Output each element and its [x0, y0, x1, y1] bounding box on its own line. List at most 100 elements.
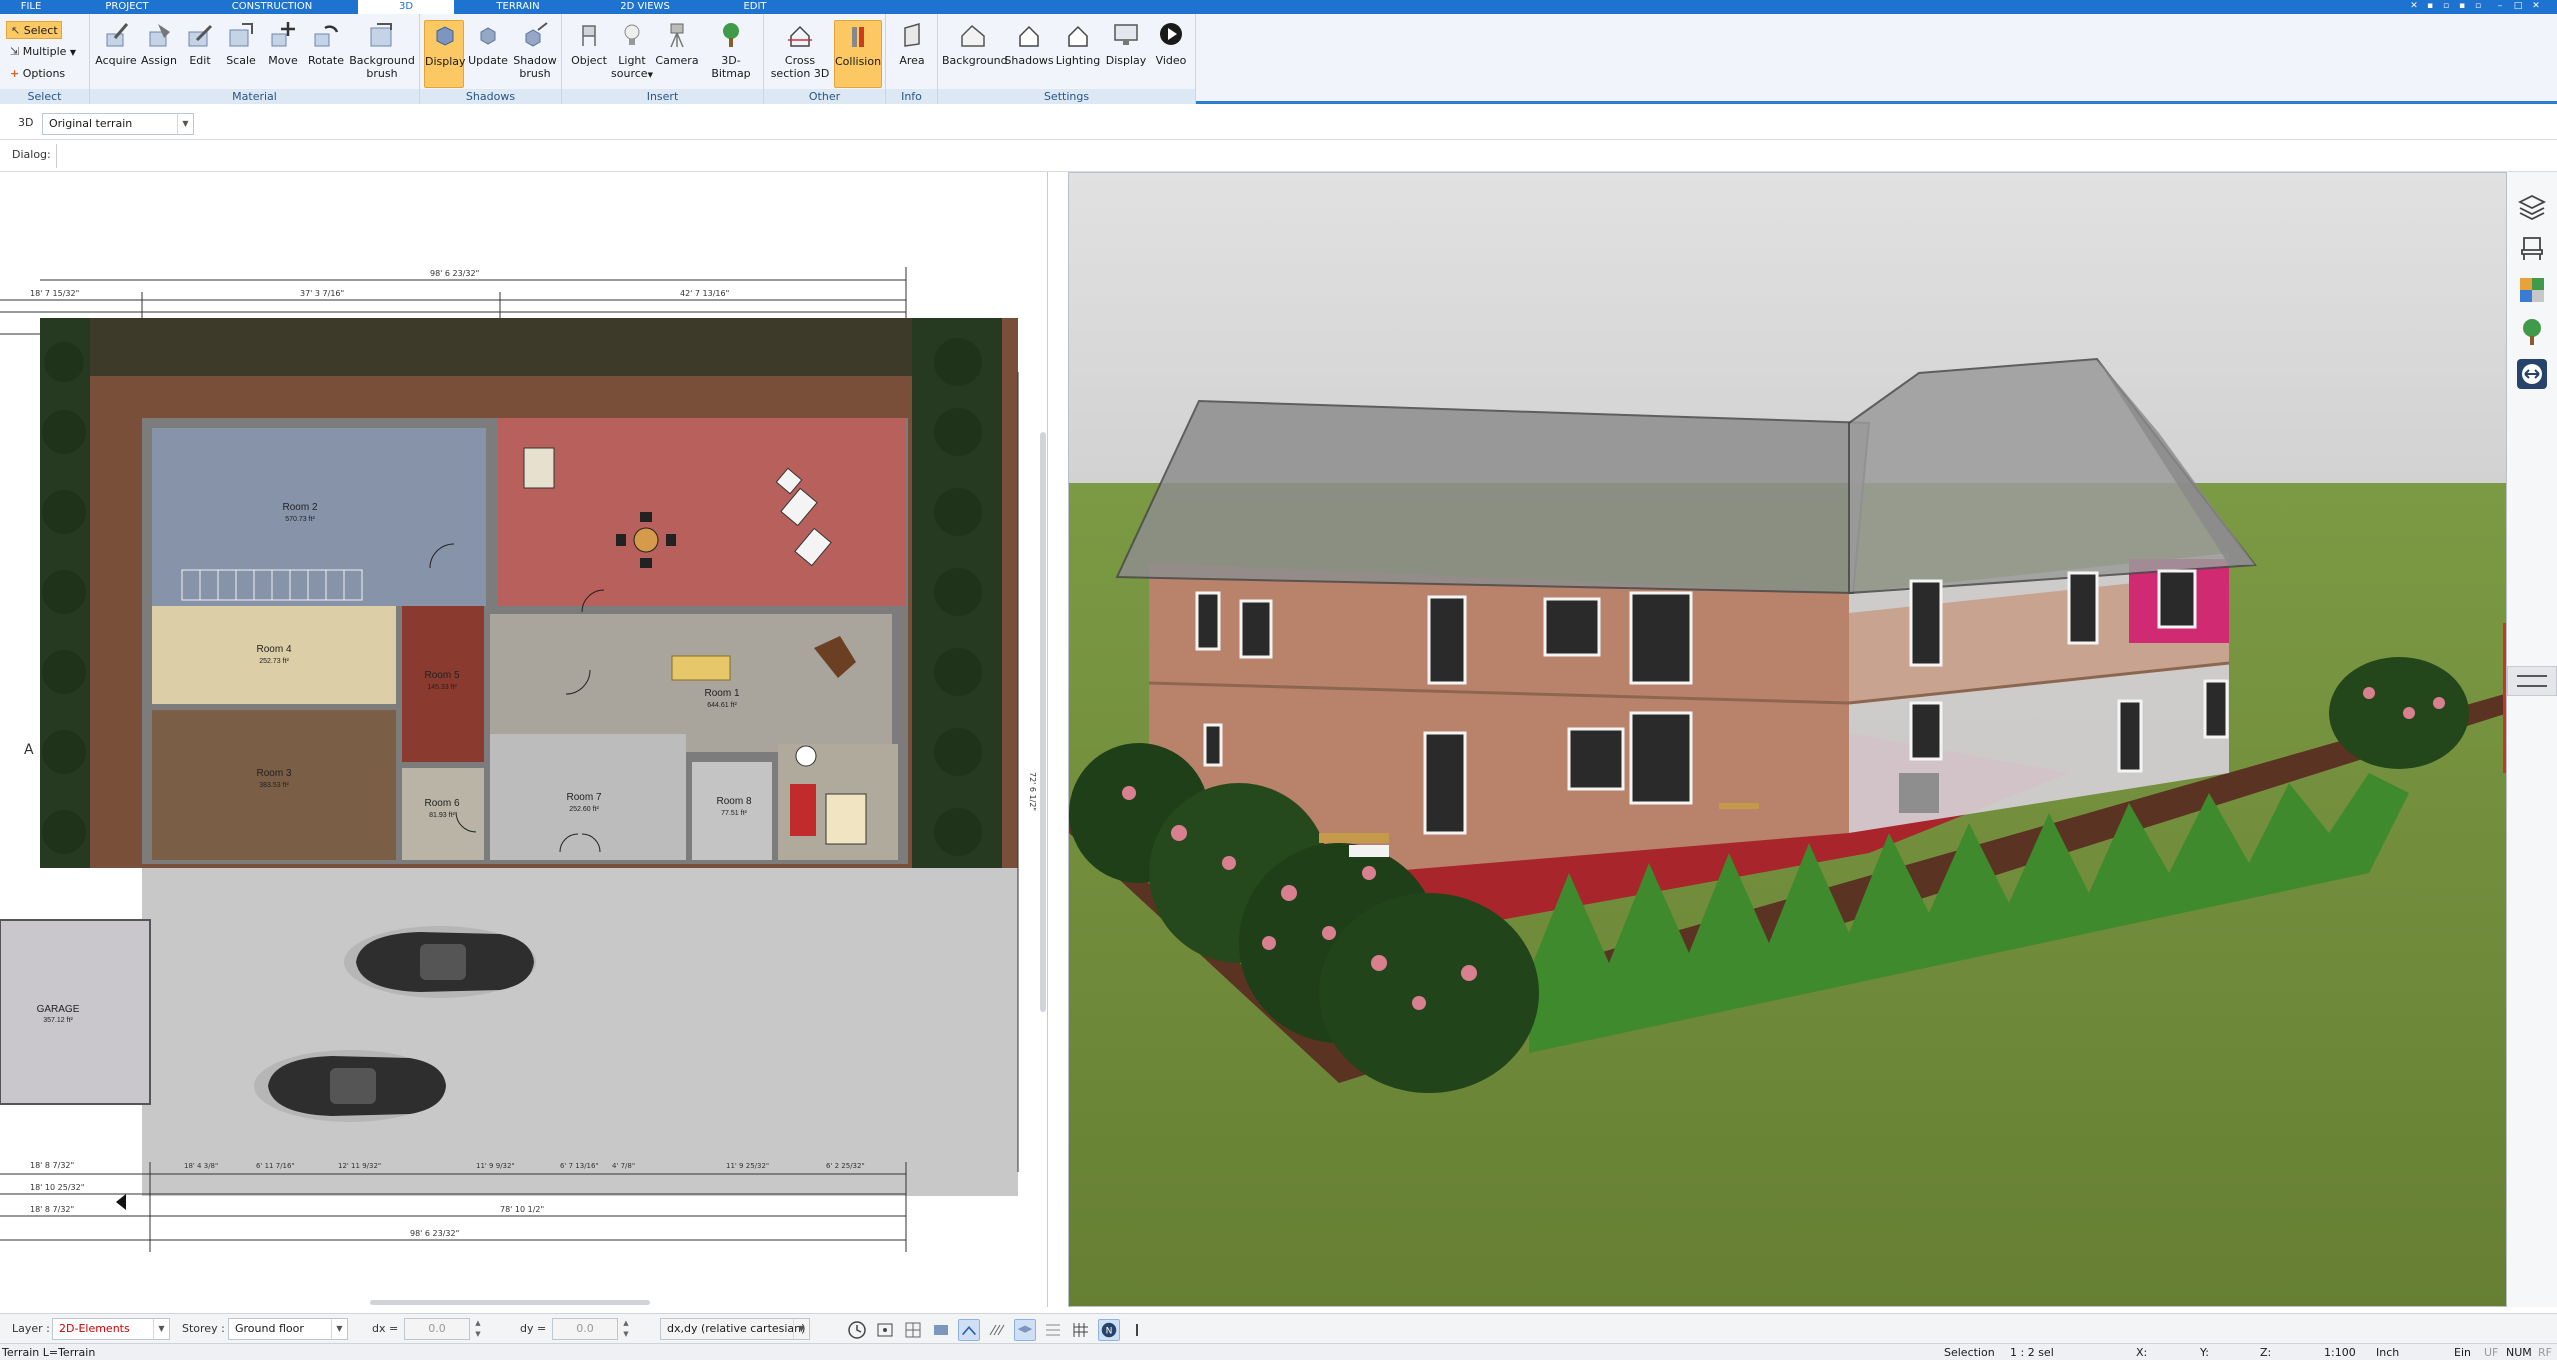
dim-top-mid: 37' 3 7/16" [300, 289, 344, 298]
window-icon[interactable]: ▪ [2456, 1, 2468, 12]
layer-select[interactable]: 2D-Elements ▼ [52, 1318, 170, 1340]
dy-input[interactable]: 0.0 [552, 1318, 618, 1340]
tab-file[interactable]: FILE [0, 0, 62, 14]
room-area: 252.73 ft² [259, 658, 289, 665]
camera-button[interactable]: Camera [654, 20, 700, 88]
plan-vertical-scrollbar[interactable] [1040, 432, 1046, 1012]
plus-icon: + [10, 67, 20, 80]
maximize-icon[interactable]: □ [2512, 1, 2524, 12]
clock-icon[interactable] [846, 1319, 868, 1341]
pattern-icon[interactable] [1042, 1319, 1064, 1341]
hedge-top [90, 318, 912, 376]
status-toolbar: Layer : 2D-Elements ▼ Storey : Ground fl… [0, 1313, 2557, 1343]
3d-bitmap-button[interactable]: 3D-Bitmap [702, 20, 760, 88]
close-icon[interactable]: ✕ [2530, 1, 2542, 12]
collision-button[interactable]: Collision [834, 20, 882, 88]
dx-stepper[interactable]: ▲ ▼ [472, 1318, 484, 1340]
move-button[interactable]: Move [262, 20, 304, 88]
video-settings-button[interactable]: Video [1150, 20, 1192, 88]
layers-toggle-icon[interactable] [1014, 1319, 1036, 1341]
section-marker: A [24, 742, 34, 758]
terrain-select[interactable]: Original terrain ▼ [42, 113, 194, 135]
roof-left [1115, 399, 1871, 595]
tab-construction[interactable]: CONSTRUCTION [192, 0, 352, 14]
shadow-brush-button[interactable]: Shadow brush [512, 20, 558, 88]
plant-icon[interactable] [2516, 316, 2548, 348]
panel-toggle-button[interactable] [2507, 666, 2557, 696]
info-icon[interactable] [1126, 1319, 1148, 1341]
shadow-update-button[interactable]: Update [466, 20, 510, 88]
object-snap-icon[interactable] [930, 1319, 952, 1341]
minimize-icon[interactable]: – [2494, 1, 2506, 12]
plan-horizontal-scrollbar[interactable] [370, 1300, 650, 1305]
edit-material-button[interactable]: Edit [180, 20, 220, 88]
background-brush-button[interactable]: Background brush [348, 20, 416, 88]
materials-icon[interactable] [2516, 274, 2548, 306]
3d-view[interactable] [1068, 172, 2507, 1307]
dim-bottom: 18' 8 7/32" [30, 1161, 74, 1170]
grid-snap-icon[interactable] [902, 1319, 924, 1341]
monitor-icon [1114, 24, 1138, 45]
floor-plan-view[interactable]: 98' 6 23/32" 18' 7 15/32" 37' 3 7/16" 42… [0, 172, 1048, 1307]
help-icon[interactable]: ▪ [2424, 1, 2436, 12]
num-indicator: NUM [2506, 1346, 2532, 1359]
tab-edit[interactable]: EDIT [710, 0, 800, 14]
multiple-select-button[interactable]: ⇲ Multiple ▼ [6, 43, 86, 61]
background-settings-button[interactable]: Background [942, 20, 1008, 88]
angle-snap-icon[interactable] [958, 1319, 980, 1341]
light-source-button[interactable]: Light source▼ [610, 20, 654, 88]
options-button[interactable]: + Options [6, 65, 86, 83]
select-group: ↖ Select ⇲ Multiple ▼ + Options Select [0, 14, 90, 104]
furniture-icon[interactable] [2516, 232, 2548, 264]
cross-section-button[interactable]: Cross section 3D [768, 20, 832, 88]
room-label: Room 2 [282, 502, 317, 513]
north-icon[interactable]: N [1098, 1319, 1120, 1341]
3d-scene[interactable] [1069, 173, 2507, 1307]
shadows-settings-button[interactable]: Shadows [1004, 20, 1054, 88]
acquire-button[interactable]: Acquire [94, 20, 138, 88]
room-area: 252.60 ft² [569, 806, 599, 813]
tab-terrain[interactable]: TERRAIN [458, 0, 578, 14]
storey-select[interactable]: Ground floor ▼ [228, 1318, 348, 1340]
floor-plan-canvas[interactable]: 98' 6 23/32" 18' 7 15/32" 37' 3 7/16" 42… [0, 172, 1048, 1307]
snap-icon[interactable] [874, 1319, 896, 1341]
bed-icon [825, 793, 867, 845]
hatch-icon[interactable] [986, 1319, 1008, 1341]
dim-right: 72' 6 1/2" [1028, 772, 1037, 811]
display-settings-button[interactable]: Display [1102, 20, 1150, 88]
dx-input[interactable]: 0.0 [404, 1318, 470, 1340]
assign-button[interactable]: Assign [138, 20, 180, 88]
dy-label: dy = [520, 1322, 547, 1335]
view-toolbar: 3D Original terrain ▼ [0, 108, 2557, 140]
room-label: Room 5 [424, 670, 459, 681]
armchair-icon [790, 784, 816, 836]
lighting-settings-button[interactable]: Lighting [1054, 20, 1102, 88]
rf-indicator: RF [2538, 1346, 2552, 1359]
scale-button[interactable]: Scale [220, 20, 262, 88]
room-label: Room 8 [716, 796, 751, 807]
coordinate-mode-select[interactable]: dx,dy (relative cartesian) ▼ [660, 1318, 810, 1340]
shadow-display-button[interactable]: Display [424, 20, 466, 88]
area-button[interactable]: Area [890, 20, 934, 88]
dy-stepper[interactable]: ▲ ▼ [620, 1318, 632, 1340]
transfer-icon[interactable] [2516, 358, 2548, 390]
select-button[interactable]: ↖ Select [6, 21, 62, 39]
dialog-bar: Dialog: [0, 140, 2557, 172]
room-label: Room 1 [704, 688, 739, 699]
unit-value: Inch [2376, 1346, 2400, 1359]
grid-icon[interactable] [1070, 1319, 1092, 1341]
tools-icon[interactable]: ✕ [2408, 1, 2420, 12]
tab-project[interactable]: PROJECT [62, 0, 192, 14]
house-shadow-icon [1019, 25, 1039, 47]
tab-3d[interactable]: 3D [358, 0, 454, 14]
rotate-button[interactable]: Rotate [304, 20, 348, 88]
layers-icon[interactable] [2516, 190, 2548, 222]
house-background-icon [961, 24, 985, 47]
dim-top-total: 98' 6 23/32" [430, 269, 479, 278]
window-icon[interactable]: ▫ [2472, 1, 2484, 12]
window-icon[interactable]: ▫ [2440, 1, 2452, 12]
collision-icon [852, 27, 864, 47]
object-button[interactable]: Object [568, 20, 610, 88]
group-label-settings: Settings [938, 89, 1195, 104]
tab-2d-views[interactable]: 2D VIEWS [580, 0, 710, 14]
